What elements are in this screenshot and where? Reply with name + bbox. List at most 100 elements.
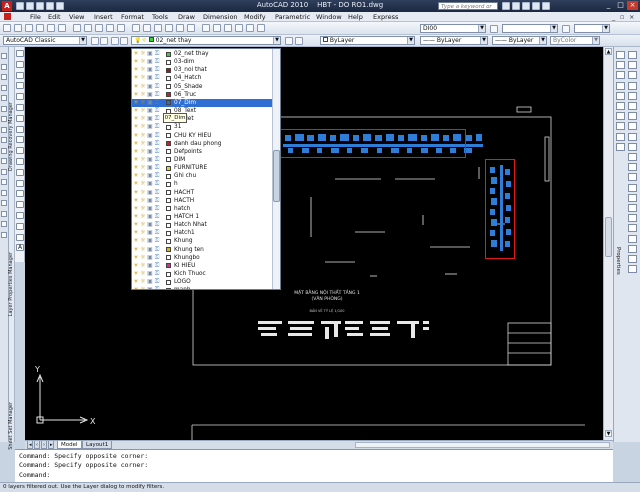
layer-vp-freeze-icon[interactable]: ▣: [147, 173, 153, 179]
modify-tool-icon[interactable]: [1, 74, 7, 80]
pan-icon[interactable]: [143, 24, 151, 32]
layer-row[interactable]: ☀ ☼ ▣ ⚿ 03-dim: [132, 58, 272, 66]
layer-row[interactable]: ☀ ☼ ▣ ⚿ 06_Truc: [132, 91, 272, 99]
layer-lock-icon[interactable]: ⚿: [154, 205, 160, 212]
dimension-tool-icon[interactable]: [628, 61, 637, 70]
layer-freeze-icon[interactable]: ☼: [140, 254, 146, 261]
layer-vp-freeze-icon[interactable]: ▣: [147, 67, 153, 73]
dimension-tool-icon[interactable]: [628, 234, 637, 243]
layer-color-swatch[interactable]: [166, 173, 171, 179]
layer-freeze-icon[interactable]: ☼: [140, 173, 146, 179]
modify-tool-icon[interactable]: [1, 179, 7, 185]
layer-on-icon[interactable]: ☀: [133, 140, 139, 147]
layer-color-swatch[interactable]: [166, 238, 171, 244]
inquiry-tool-icon[interactable]: [616, 102, 625, 110]
layer-color-swatch[interactable]: [166, 206, 171, 212]
layer-freeze-icon[interactable]: ☼: [140, 165, 146, 171]
layer-on-icon[interactable]: ☀: [133, 148, 139, 155]
dimension-tool-icon[interactable]: [628, 204, 637, 212]
layer-manager-icon[interactable]: [100, 37, 108, 45]
inquiry-tool-icon[interactable]: [616, 122, 625, 131]
menu-file[interactable]: File: [30, 13, 41, 21]
modify-tool-icon[interactable]: [1, 147, 7, 154]
modify-tool-icon[interactable]: [1, 168, 7, 175]
table-icon[interactable]: [16, 233, 24, 241]
next-tab-icon[interactable]: ›: [41, 441, 47, 449]
layer-on-icon[interactable]: ☀: [133, 83, 139, 90]
layer-lock-icon[interactable]: ⚿: [154, 287, 160, 289]
layer-lock-icon[interactable]: ⚿: [154, 140, 160, 147]
layer-color-swatch[interactable]: [166, 271, 171, 277]
open-icon[interactable]: [14, 24, 22, 32]
layer-lock-icon[interactable]: ⚿: [154, 222, 160, 228]
layer-vp-freeze-icon[interactable]: ▣: [147, 279, 153, 285]
layer-freeze-icon[interactable]: ☼: [140, 75, 146, 81]
help-icon[interactable]: [542, 2, 550, 10]
vertical-scrollbar[interactable]: ▲ ▼: [603, 47, 613, 440]
layer-lock-icon[interactable]: ⚿: [154, 214, 160, 220]
layer-color-swatch[interactable]: [166, 59, 171, 65]
layer-on-icon[interactable]: ☀: [133, 124, 139, 130]
menu-draw[interactable]: Draw: [178, 13, 195, 21]
dimstyle-icon[interactable]: [490, 25, 498, 33]
layer-row[interactable]: ☀ ☼ ▣ ⚿ 02_net thay: [132, 50, 272, 58]
point-icon[interactable]: [16, 190, 24, 198]
dimension-tool-icon[interactable]: [628, 153, 637, 161]
calc-icon[interactable]: [246, 24, 254, 32]
layer-color-swatch[interactable]: [166, 230, 171, 236]
subscription-icon[interactable]: [512, 2, 520, 10]
make-block-icon[interactable]: [16, 179, 24, 187]
spline-icon[interactable]: [16, 136, 24, 144]
layer-vp-freeze-icon[interactable]: ▣: [147, 148, 153, 155]
menu-format[interactable]: Format: [121, 13, 144, 21]
properties-palette-tab[interactable]: Properties: [615, 247, 621, 275]
layer-vp-freeze-icon[interactable]: ▣: [147, 230, 153, 236]
modify-tool-icon[interactable]: [1, 105, 7, 112]
minimize-button[interactable]: _: [603, 1, 614, 10]
layer-color-swatch[interactable]: [166, 133, 171, 138]
dimension-tool-icon[interactable]: [628, 183, 637, 192]
hatch-icon[interactable]: [16, 201, 24, 209]
layer-color-swatch[interactable]: [166, 51, 171, 57]
properties-icon[interactable]: [187, 24, 195, 32]
insert-block-icon[interactable]: [16, 168, 24, 176]
layer-row[interactable]: ☀ ☼ ▣ ⚿ Defpoints: [132, 148, 272, 156]
inquiry-tool-icon[interactable]: [616, 91, 625, 100]
layer-vp-freeze-icon[interactable]: ▣: [147, 83, 153, 90]
layer-on-icon[interactable]: ☀: [133, 197, 139, 204]
layer-properties-tab[interactable]: Layer Properties Manager: [8, 252, 14, 316]
layer-freeze-icon[interactable]: ☼: [140, 205, 146, 212]
layer-color-swatch[interactable]: [166, 75, 171, 81]
layer-vp-freeze-icon[interactable]: ▣: [147, 246, 153, 253]
layer-row[interactable]: ☀ ☼ ▣ ⚿ Khungbo: [132, 254, 272, 262]
modify-tool-icon[interactable]: [1, 95, 7, 101]
dimension-tool-icon[interactable]: [628, 244, 637, 253]
paste-icon[interactable]: [95, 24, 103, 32]
undo-icon[interactable]: [117, 24, 125, 32]
inquiry-tool-icon[interactable]: [616, 61, 625, 70]
layer-on-icon[interactable]: ☀: [133, 99, 139, 106]
command-line[interactable]: Command: Specify opposite corner: Comman…: [15, 449, 613, 482]
layer-vp-freeze-icon[interactable]: ▣: [147, 132, 153, 139]
layer-on-icon[interactable]: ☀: [133, 246, 139, 253]
modify-tool-icon[interactable]: [1, 221, 7, 227]
modify-tool-icon[interactable]: [1, 200, 7, 206]
save-icon[interactable]: [25, 24, 33, 32]
layer-freeze-icon[interactable]: ☼: [140, 148, 146, 155]
rectangle-icon[interactable]: [16, 93, 24, 101]
layer-on-icon[interactable]: ☀: [133, 222, 139, 228]
ellipse-icon[interactable]: [16, 147, 24, 155]
menu-dimension[interactable]: Dimension: [203, 13, 238, 21]
layer-color-swatch[interactable]: [166, 263, 171, 269]
layer-vp-freeze-icon[interactable]: ▣: [147, 189, 153, 196]
layer-lock-icon[interactable]: ⚿: [154, 238, 160, 244]
layer-lock-icon[interactable]: ⚿: [154, 173, 160, 179]
inquiry-tool-icon[interactable]: [616, 51, 625, 59]
layer-row[interactable]: ☀ ☼ ▣ ⚿ 03_noi that: [132, 66, 272, 74]
menu-edit[interactable]: Edit: [48, 13, 61, 21]
layer-freeze-icon[interactable]: ☼: [140, 91, 146, 98]
layer-freeze-icon[interactable]: ☼: [140, 181, 146, 187]
gradient-icon[interactable]: [16, 212, 24, 219]
layer-lock-icon[interactable]: ⚿: [154, 189, 160, 196]
zoom-window-icon[interactable]: [165, 24, 173, 32]
